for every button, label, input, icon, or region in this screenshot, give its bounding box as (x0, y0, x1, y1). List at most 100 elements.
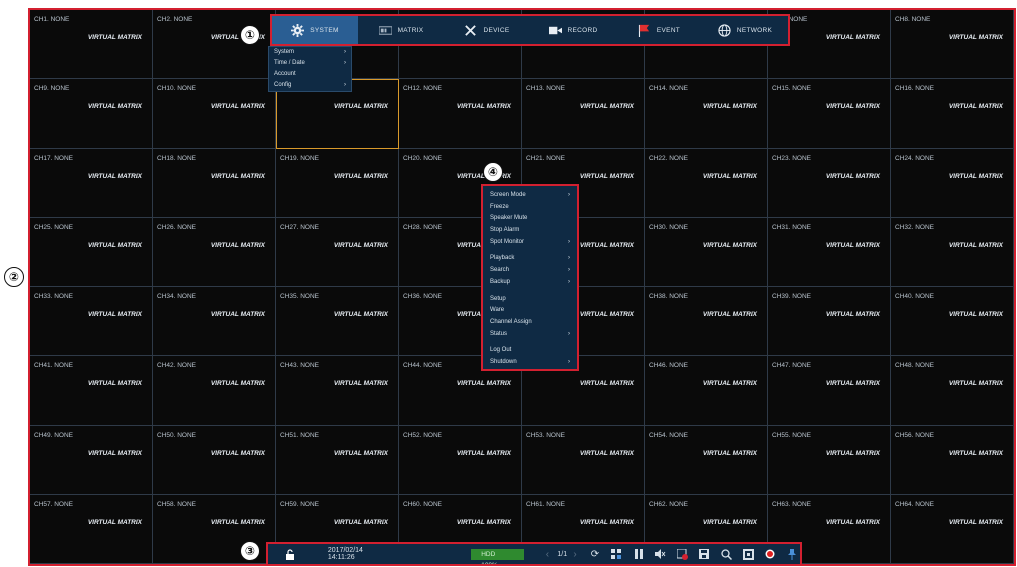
context-menu-item[interactable]: Freeze (483, 202, 577, 214)
menu-event[interactable]: EVENT (616, 16, 702, 44)
next-page-icon[interactable]: › (567, 546, 583, 562)
context-menu-item[interactable]: Shutdown › (483, 357, 577, 369)
pause-icon[interactable] (631, 546, 647, 562)
record-icon (548, 24, 562, 37)
menu-matrix[interactable]: MATRIX (358, 16, 444, 44)
mute-icon[interactable] (653, 546, 669, 562)
channel-tile[interactable]: CH33. NONE VIRTUAL MATRIX (30, 287, 153, 357)
channel-tile[interactable]: CH32. NONE VIRTUAL MATRIX (891, 217, 1014, 287)
page-indicator: 1/1 (557, 550, 568, 558)
channel-tile[interactable]: CH9. NONE VIRTUAL MATRIX (30, 79, 153, 149)
channel-tile[interactable]: CH48. NONE VIRTUAL MATRIX (891, 356, 1014, 426)
context-menu-item[interactable]: Playback › (483, 253, 577, 265)
channel-tile[interactable]: CH47. NONE VIRTUAL MATRIX (768, 356, 891, 426)
menu-network[interactable]: NETWORK (702, 16, 788, 44)
live-view-screen: CH1. NONE VIRTUAL MATRIX CH2. NONE VIRTUAL … (28, 8, 1016, 566)
channel-tile[interactable]: CH12. NONE VIRTUAL MATRIX (399, 79, 522, 149)
channel-tile[interactable]: CH53. NONE VIRTUAL MATRIX (522, 425, 645, 495)
channel-label: CH36. NONE (403, 293, 443, 300)
channel-tile[interactable]: CH13. NONE VIRTUAL MATRIX (522, 79, 645, 149)
channel-tile[interactable]: CH23. NONE VIRTUAL MATRIX (768, 148, 891, 218)
channel-caption: VIRTUAL MATRIX (210, 380, 265, 388)
context-menu-item[interactable]: Status › (483, 329, 577, 341)
channel-tile[interactable]: CH10. NONE VIRTUAL MATRIX (153, 79, 276, 149)
channel-tile[interactable]: CH35. NONE VIRTUAL MATRIX (276, 287, 399, 357)
channel-tile[interactable]: CH56. NONE VIRTUAL MATRIX (891, 425, 1014, 495)
channel-tile[interactable]: CH49. NONE VIRTUAL MATRIX (30, 425, 153, 495)
channel-tile[interactable]: CH51. NONE VIRTUAL MATRIX (276, 425, 399, 495)
channel-tile[interactable]: CH46. NONE VIRTUAL MATRIX (645, 356, 768, 426)
channel-tile[interactable]: CH27. NONE VIRTUAL MATRIX (276, 217, 399, 287)
dropdown-item[interactable]: Account (269, 69, 351, 80)
channel-label: CH28. NONE (403, 223, 443, 231)
channel-tile[interactable]: CH17. NONE VIRTUAL MATRIX (30, 148, 153, 218)
menu-device[interactable]: DEVICE (444, 16, 530, 44)
dropdown-item[interactable]: Time / Date › (269, 58, 351, 69)
context-menu: Screen Mode › Freeze Speaker Mute Stop Alarm… (481, 184, 579, 371)
context-menu-item[interactable]: Backup › (483, 277, 577, 289)
channel-tile[interactable]: CH1. NONE VIRTUAL MATRIX (30, 10, 153, 80)
context-menu-item-label: Setup (490, 295, 506, 302)
context-menu-item-label: Log Out (490, 347, 512, 354)
channel-tile[interactable]: CH52. NONE VIRTUAL MATRIX (399, 425, 522, 495)
dropdown-item[interactable]: Config › (269, 80, 351, 91)
context-menu-item[interactable]: Speaker Mute (483, 213, 577, 225)
channel-tile[interactable]: CH42. NONE VIRTUAL MATRIX (153, 356, 276, 426)
channel-tile[interactable]: CH30. NONE VIRTUAL MATRIX (645, 217, 768, 287)
context-menu-item[interactable]: Setup (483, 294, 577, 306)
channel-tile[interactable]: CH43. NONE VIRTUAL MATRIX (276, 356, 399, 426)
context-menu-item-label: Spot Monitor (490, 238, 525, 245)
channel-label: CH44. NONE (403, 362, 443, 370)
channel-tile[interactable]: CH26. NONE VIRTUAL MATRIX (153, 217, 276, 287)
context-menu-item[interactable]: Search › (483, 265, 577, 277)
save-icon[interactable] (696, 546, 712, 562)
channel-caption: VIRTUAL MATRIX (702, 311, 757, 318)
channel-tile[interactable]: CH50. NONE VIRTUAL MATRIX (153, 425, 276, 495)
context-menu-item[interactable]: Screen Mode › (483, 190, 577, 202)
channel-tile[interactable]: CH8. NONE VIRTUAL MATRIX (891, 10, 1014, 80)
channel-tile[interactable]: CH64. NONE VIRTUAL MATRIX (891, 494, 1014, 564)
context-menu-item[interactable]: Log Out (483, 345, 577, 357)
channel-tile[interactable]: CH34. NONE VIRTUAL MATRIX (153, 287, 276, 357)
channel-tile[interactable]: CH2. NONE VIRTUAL MATRIX (153, 10, 276, 80)
channel-tile[interactable]: CH55. NONE VIRTUAL MATRIX (768, 425, 891, 495)
channel-tile[interactable]: CH19. NONE VIRTUAL MATRIX (276, 148, 399, 218)
record-dot-icon[interactable] (762, 546, 778, 562)
channel-tile[interactable]: CH39. NONE VIRTUAL MATRIX (768, 287, 891, 357)
pin-icon[interactable] (784, 546, 800, 562)
channel-tile[interactable]: CH18. NONE VIRTUAL MATRIX (153, 148, 276, 218)
channel-tile[interactable]: CH41. NONE VIRTUAL MATRIX (30, 356, 153, 426)
context-menu-item[interactable]: Stop Alarm (483, 225, 577, 237)
context-menu-item[interactable]: Channel Assign (483, 317, 577, 329)
prev-page-icon[interactable]: ‹ (540, 546, 556, 562)
channel-tile[interactable]: CH14. NONE VIRTUAL MATRIX (645, 79, 768, 149)
lock-icon[interactable] (282, 546, 298, 562)
channel-tile[interactable]: CH38. NONE VIRTUAL MATRIX (645, 287, 768, 357)
channel-tile[interactable]: CH57. NONE VIRTUAL MATRIX (30, 494, 153, 564)
rotate-icon[interactable]: ⟳ (587, 546, 603, 562)
search-icon[interactable] (718, 546, 734, 562)
channel-tile[interactable]: CH22. NONE VIRTUAL MATRIX (645, 148, 768, 218)
context-menu-item-label: Status (490, 330, 508, 337)
channel-caption: VIRTUAL MATRIX (825, 241, 880, 249)
context-menu-item[interactable]: Spot Monitor › (483, 237, 577, 249)
channel-tile[interactable]: CH40. NONE VIRTUAL MATRIX (891, 287, 1014, 357)
channel-caption: VIRTUAL MATRIX (456, 449, 511, 457)
chevron-right-icon: › (568, 330, 570, 337)
channel-tile[interactable]: CH25. NONE VIRTUAL MATRIX (30, 217, 153, 287)
dropdown-item[interactable]: System › (269, 47, 351, 58)
channel-tile[interactable]: CH16. NONE VIRTUAL MATRIX (891, 79, 1014, 149)
channel-caption: VIRTUAL MATRIX (210, 172, 265, 180)
chevron-right-icon: › (568, 192, 570, 198)
zoom-channel-icon[interactable] (675, 546, 691, 562)
channel-tile[interactable]: CH24. NONE VIRTUAL MATRIX (891, 148, 1014, 218)
channel-tile[interactable]: CH54. NONE VIRTUAL MATRIX (645, 425, 768, 495)
menu-system[interactable]: SYSTEM (272, 16, 358, 44)
channel-tile[interactable]: CH15. NONE VIRTUAL MATRIX (768, 79, 891, 149)
screen-icon[interactable] (740, 546, 756, 562)
channel-tile[interactable]: CH31. NONE VIRTUAL MATRIX (768, 217, 891, 287)
context-menu-item[interactable]: Ware (483, 305, 577, 317)
layout-icon[interactable] (609, 546, 625, 562)
channel-label: CH31. NONE (772, 223, 812, 231)
menu-record[interactable]: RECORD (530, 16, 616, 44)
